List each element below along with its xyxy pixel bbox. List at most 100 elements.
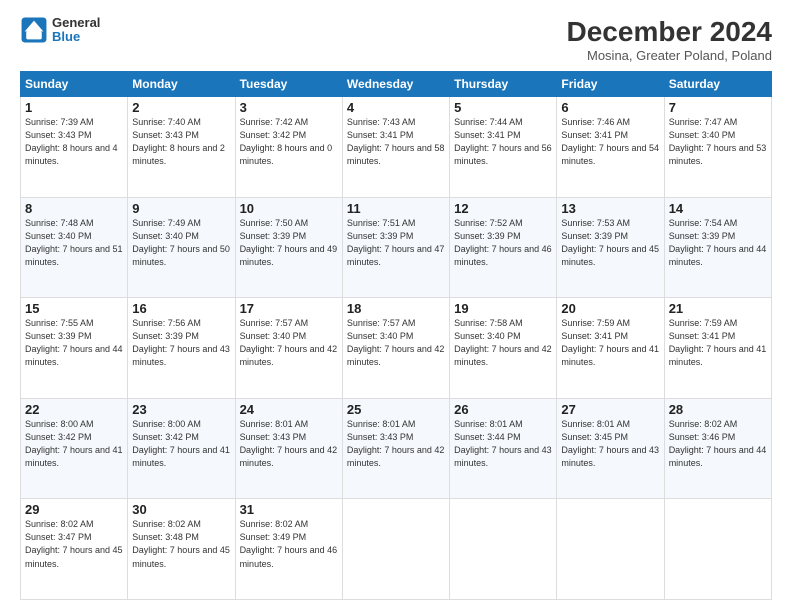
day-number: 10 xyxy=(240,201,338,216)
table-row: 26 Sunrise: 8:01 AM Sunset: 3:44 PM Dayl… xyxy=(450,398,557,499)
calendar-row: 22 Sunrise: 8:00 AM Sunset: 3:42 PM Dayl… xyxy=(21,398,772,499)
table-row xyxy=(557,499,664,600)
day-number: 31 xyxy=(240,502,338,517)
header: General Blue December 2024 Mosina, Great… xyxy=(20,16,772,63)
col-friday: Friday xyxy=(557,72,664,97)
month-title: December 2024 xyxy=(567,16,772,48)
table-row: 4 Sunrise: 7:43 AM Sunset: 3:41 PM Dayli… xyxy=(342,97,449,198)
calendar-row: 8 Sunrise: 7:48 AM Sunset: 3:40 PM Dayli… xyxy=(21,197,772,298)
day-number: 14 xyxy=(669,201,767,216)
day-number: 28 xyxy=(669,402,767,417)
day-info: Sunrise: 7:54 AM Sunset: 3:39 PM Dayligh… xyxy=(669,217,767,269)
table-row: 13 Sunrise: 7:53 AM Sunset: 3:39 PM Dayl… xyxy=(557,197,664,298)
location: Mosina, Greater Poland, Poland xyxy=(567,48,772,63)
day-number: 3 xyxy=(240,100,338,115)
col-monday: Monday xyxy=(128,72,235,97)
table-row: 29 Sunrise: 8:02 AM Sunset: 3:47 PM Dayl… xyxy=(21,499,128,600)
table-row: 23 Sunrise: 8:00 AM Sunset: 3:42 PM Dayl… xyxy=(128,398,235,499)
day-number: 24 xyxy=(240,402,338,417)
table-row xyxy=(450,499,557,600)
day-info: Sunrise: 7:57 AM Sunset: 3:40 PM Dayligh… xyxy=(240,317,338,369)
table-row: 21 Sunrise: 7:59 AM Sunset: 3:41 PM Dayl… xyxy=(664,298,771,399)
col-saturday: Saturday xyxy=(664,72,771,97)
day-info: Sunrise: 7:39 AM Sunset: 3:43 PM Dayligh… xyxy=(25,116,123,168)
calendar-table: Sunday Monday Tuesday Wednesday Thursday… xyxy=(20,71,772,600)
day-number: 30 xyxy=(132,502,230,517)
day-info: Sunrise: 7:49 AM Sunset: 3:40 PM Dayligh… xyxy=(132,217,230,269)
day-number: 27 xyxy=(561,402,659,417)
day-info: Sunrise: 8:00 AM Sunset: 3:42 PM Dayligh… xyxy=(25,418,123,470)
day-info: Sunrise: 7:52 AM Sunset: 3:39 PM Dayligh… xyxy=(454,217,552,269)
logo-text: General Blue xyxy=(52,16,100,45)
table-row: 28 Sunrise: 8:02 AM Sunset: 3:46 PM Dayl… xyxy=(664,398,771,499)
day-number: 6 xyxy=(561,100,659,115)
day-number: 23 xyxy=(132,402,230,417)
table-row: 2 Sunrise: 7:40 AM Sunset: 3:43 PM Dayli… xyxy=(128,97,235,198)
title-block: December 2024 Mosina, Greater Poland, Po… xyxy=(567,16,772,63)
table-row: 14 Sunrise: 7:54 AM Sunset: 3:39 PM Dayl… xyxy=(664,197,771,298)
table-row: 16 Sunrise: 7:56 AM Sunset: 3:39 PM Dayl… xyxy=(128,298,235,399)
calendar-row: 29 Sunrise: 8:02 AM Sunset: 3:47 PM Dayl… xyxy=(21,499,772,600)
col-sunday: Sunday xyxy=(21,72,128,97)
day-number: 15 xyxy=(25,301,123,316)
day-info: Sunrise: 7:59 AM Sunset: 3:41 PM Dayligh… xyxy=(561,317,659,369)
day-number: 26 xyxy=(454,402,552,417)
table-row: 25 Sunrise: 8:01 AM Sunset: 3:43 PM Dayl… xyxy=(342,398,449,499)
table-row: 19 Sunrise: 7:58 AM Sunset: 3:40 PM Dayl… xyxy=(450,298,557,399)
day-number: 19 xyxy=(454,301,552,316)
table-row: 1 Sunrise: 7:39 AM Sunset: 3:43 PM Dayli… xyxy=(21,97,128,198)
day-info: Sunrise: 8:01 AM Sunset: 3:43 PM Dayligh… xyxy=(347,418,445,470)
day-number: 2 xyxy=(132,100,230,115)
day-info: Sunrise: 8:02 AM Sunset: 3:46 PM Dayligh… xyxy=(669,418,767,470)
col-tuesday: Tuesday xyxy=(235,72,342,97)
day-info: Sunrise: 7:43 AM Sunset: 3:41 PM Dayligh… xyxy=(347,116,445,168)
logo-icon xyxy=(20,16,48,44)
day-info: Sunrise: 8:01 AM Sunset: 3:44 PM Dayligh… xyxy=(454,418,552,470)
table-row: 17 Sunrise: 7:57 AM Sunset: 3:40 PM Dayl… xyxy=(235,298,342,399)
table-row: 30 Sunrise: 8:02 AM Sunset: 3:48 PM Dayl… xyxy=(128,499,235,600)
day-info: Sunrise: 7:58 AM Sunset: 3:40 PM Dayligh… xyxy=(454,317,552,369)
day-number: 17 xyxy=(240,301,338,316)
day-number: 22 xyxy=(25,402,123,417)
day-info: Sunrise: 7:56 AM Sunset: 3:39 PM Dayligh… xyxy=(132,317,230,369)
day-info: Sunrise: 7:44 AM Sunset: 3:41 PM Dayligh… xyxy=(454,116,552,168)
table-row: 24 Sunrise: 8:01 AM Sunset: 3:43 PM Dayl… xyxy=(235,398,342,499)
table-row xyxy=(342,499,449,600)
table-row: 12 Sunrise: 7:52 AM Sunset: 3:39 PM Dayl… xyxy=(450,197,557,298)
day-number: 16 xyxy=(132,301,230,316)
table-row: 15 Sunrise: 7:55 AM Sunset: 3:39 PM Dayl… xyxy=(21,298,128,399)
day-number: 29 xyxy=(25,502,123,517)
day-info: Sunrise: 7:46 AM Sunset: 3:41 PM Dayligh… xyxy=(561,116,659,168)
table-row: 11 Sunrise: 7:51 AM Sunset: 3:39 PM Dayl… xyxy=(342,197,449,298)
table-row: 7 Sunrise: 7:47 AM Sunset: 3:40 PM Dayli… xyxy=(664,97,771,198)
calendar-row: 1 Sunrise: 7:39 AM Sunset: 3:43 PM Dayli… xyxy=(21,97,772,198)
page: General Blue December 2024 Mosina, Great… xyxy=(0,0,792,612)
day-info: Sunrise: 7:55 AM Sunset: 3:39 PM Dayligh… xyxy=(25,317,123,369)
col-thursday: Thursday xyxy=(450,72,557,97)
table-row: 9 Sunrise: 7:49 AM Sunset: 3:40 PM Dayli… xyxy=(128,197,235,298)
day-info: Sunrise: 8:02 AM Sunset: 3:49 PM Dayligh… xyxy=(240,518,338,570)
day-info: Sunrise: 8:01 AM Sunset: 3:45 PM Dayligh… xyxy=(561,418,659,470)
day-info: Sunrise: 7:47 AM Sunset: 3:40 PM Dayligh… xyxy=(669,116,767,168)
day-number: 25 xyxy=(347,402,445,417)
day-number: 1 xyxy=(25,100,123,115)
table-row xyxy=(664,499,771,600)
day-info: Sunrise: 7:51 AM Sunset: 3:39 PM Dayligh… xyxy=(347,217,445,269)
day-info: Sunrise: 7:48 AM Sunset: 3:40 PM Dayligh… xyxy=(25,217,123,269)
table-row: 6 Sunrise: 7:46 AM Sunset: 3:41 PM Dayli… xyxy=(557,97,664,198)
table-row: 10 Sunrise: 7:50 AM Sunset: 3:39 PM Dayl… xyxy=(235,197,342,298)
day-info: Sunrise: 7:57 AM Sunset: 3:40 PM Dayligh… xyxy=(347,317,445,369)
day-number: 5 xyxy=(454,100,552,115)
day-number: 21 xyxy=(669,301,767,316)
day-info: Sunrise: 8:00 AM Sunset: 3:42 PM Dayligh… xyxy=(132,418,230,470)
table-row: 3 Sunrise: 7:42 AM Sunset: 3:42 PM Dayli… xyxy=(235,97,342,198)
col-wednesday: Wednesday xyxy=(342,72,449,97)
day-info: Sunrise: 8:02 AM Sunset: 3:47 PM Dayligh… xyxy=(25,518,123,570)
day-number: 7 xyxy=(669,100,767,115)
day-info: Sunrise: 8:02 AM Sunset: 3:48 PM Dayligh… xyxy=(132,518,230,570)
day-number: 8 xyxy=(25,201,123,216)
table-row: 31 Sunrise: 8:02 AM Sunset: 3:49 PM Dayl… xyxy=(235,499,342,600)
logo-blue: Blue xyxy=(52,29,80,44)
day-number: 20 xyxy=(561,301,659,316)
day-number: 11 xyxy=(347,201,445,216)
